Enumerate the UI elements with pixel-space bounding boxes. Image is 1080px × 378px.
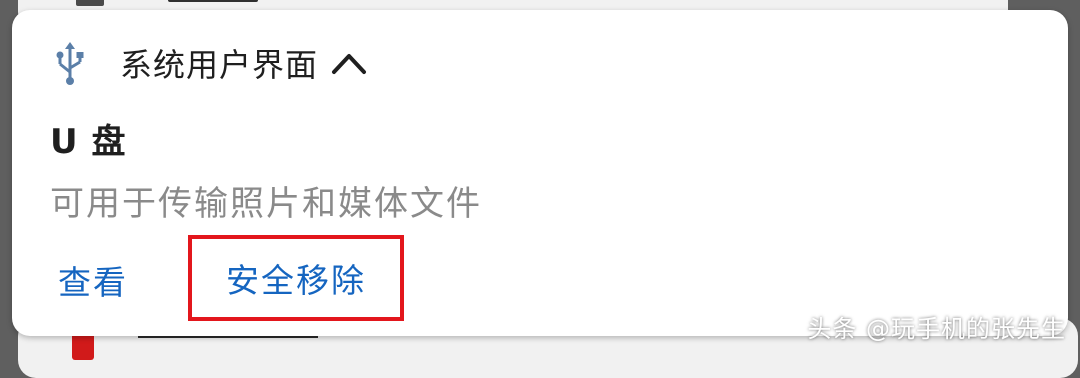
background-title-fragment (168, 0, 258, 2)
usb-notification-card[interactable]: 系统用户界面 U 盘 可用于传输照片和媒体文件 查看 安全移除 (12, 10, 1068, 336)
notification-title: U 盘 (50, 122, 127, 162)
view-button[interactable]: 查看 (58, 256, 128, 304)
watermark: 头条 @玩手机的张先生 (807, 315, 1066, 343)
notification-actions: 查看 安全移除 (50, 235, 404, 321)
app-name: 系统用户界面 (120, 46, 319, 84)
notification-text: 可用于传输照片和媒体文件 (50, 184, 482, 224)
chevron-up-icon[interactable] (330, 48, 368, 78)
highlight-box: 安全移除 (188, 235, 404, 321)
background-app-icon (76, 0, 104, 6)
notification-header[interactable]: 系统用户界面 (52, 38, 368, 88)
usb-icon (56, 42, 84, 85)
safe-eject-button[interactable]: 安全移除 (226, 254, 366, 302)
